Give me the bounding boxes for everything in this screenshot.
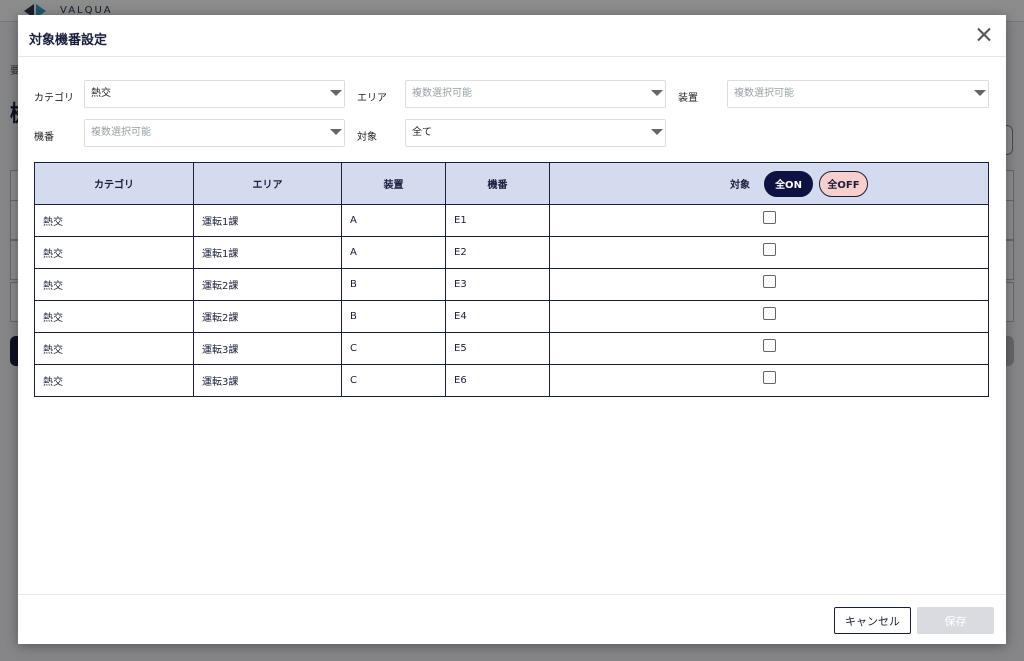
table-row: 熱交 運転1課 A E2 (34, 236, 989, 269)
cell-target (549, 204, 989, 237)
cell-area: 運転2課 (193, 300, 342, 333)
device-select[interactable]: 複数選択可能 (727, 80, 989, 108)
device-filter-label: 装置 (678, 93, 698, 104)
close-icon[interactable] (974, 25, 994, 45)
cell-area: 運転1課 (193, 204, 342, 237)
category-select[interactable]: 熱交 (84, 80, 345, 108)
machine-no-select[interactable]: 複数選択可能 (84, 119, 345, 147)
cell-device: B (341, 300, 446, 333)
target-machine-settings-modal: 対象機番設定 カテゴリ 熱交 エリア 複数選択可能 装置 複数選択可能 機番 複… (18, 15, 1006, 644)
modal-title: 対象機番設定 (29, 33, 108, 48)
cell-machine-no: E1 (445, 204, 550, 237)
area-select-placeholder: 複数選択可能 (412, 88, 472, 99)
chevron-down-icon (330, 129, 342, 135)
chevron-down-icon (651, 129, 663, 135)
cell-area: 運転3課 (193, 332, 342, 365)
cell-target (549, 364, 989, 397)
table-header-row: カテゴリ エリア 装置 機番 対象 全ON 全OFF (34, 162, 989, 205)
target-checkbox[interactable] (762, 275, 776, 288)
chevron-down-icon (651, 90, 663, 96)
target-checkbox[interactable] (762, 339, 776, 352)
chevron-down-icon (974, 90, 986, 96)
cell-machine-no: E6 (445, 364, 550, 397)
table-row: 熱交 運転1課 A E1 (34, 204, 989, 237)
cell-category: 熱交 (34, 364, 194, 397)
column-header-machine-no: 機番 (445, 162, 550, 205)
save-button[interactable]: 保存 (917, 607, 994, 634)
column-header-area: エリア (193, 162, 342, 205)
cell-machine-no: E5 (445, 332, 550, 365)
cell-device: C (341, 332, 446, 365)
cell-category: 熱交 (34, 300, 194, 333)
cell-area: 運転1課 (193, 236, 342, 269)
target-checkbox[interactable] (762, 243, 776, 256)
target-select[interactable]: 全て (405, 119, 666, 147)
target-checkbox[interactable] (762, 211, 776, 224)
cell-target (549, 332, 989, 365)
modal-header: 対象機番設定 (18, 15, 1006, 57)
cell-area: 運転2課 (193, 268, 342, 301)
category-select-value: 熱交 (91, 88, 111, 99)
target-checkbox[interactable] (762, 371, 776, 384)
cell-category: 熱交 (34, 332, 194, 365)
cell-category: 熱交 (34, 268, 194, 301)
column-header-category: カテゴリ (34, 162, 194, 205)
cell-category: 熱交 (34, 204, 194, 237)
column-header-target-label: 対象 (730, 180, 750, 191)
cell-category: 熱交 (34, 236, 194, 269)
cell-device: A (341, 236, 446, 269)
device-select-placeholder: 複数選択可能 (734, 88, 794, 99)
cell-machine-no: E2 (445, 236, 550, 269)
category-filter-label: カテゴリ (34, 93, 74, 104)
cell-machine-no: E4 (445, 300, 550, 333)
target-filter-label: 対象 (357, 132, 377, 143)
all-off-button[interactable]: 全OFF (819, 170, 868, 197)
machine-no-select-placeholder: 複数選択可能 (91, 127, 151, 138)
column-header-target: 対象 全ON 全OFF (549, 162, 989, 205)
area-filter-label: エリア (357, 93, 387, 104)
cell-target (549, 300, 989, 333)
area-select[interactable]: 複数選択可能 (405, 80, 666, 108)
column-header-device: 装置 (341, 162, 446, 205)
machine-no-filter-label: 機番 (34, 132, 54, 143)
machine-table: カテゴリ エリア 装置 機番 対象 全ON 全OFF 熱交 運転1課 A E1 (34, 162, 989, 397)
all-on-button[interactable]: 全ON (764, 170, 813, 197)
target-select-value: 全て (412, 127, 432, 138)
cell-target (549, 236, 989, 269)
table-row: 熱交 運転3課 C E6 (34, 364, 989, 397)
target-checkbox[interactable] (762, 307, 776, 320)
cell-area: 運転3課 (193, 364, 342, 397)
cell-target (549, 268, 989, 301)
cell-machine-no: E3 (445, 268, 550, 301)
table-row: 熱交 運転3課 C E5 (34, 332, 989, 365)
chevron-down-icon (330, 90, 342, 96)
table-row: 熱交 運転2課 B E3 (34, 268, 989, 301)
modal-footer: キャンセル 保存 (18, 594, 1006, 644)
table-row: 熱交 運転2課 B E4 (34, 300, 989, 333)
cell-device: B (341, 268, 446, 301)
cell-device: A (341, 204, 446, 237)
cell-device: C (341, 364, 446, 397)
cancel-button[interactable]: キャンセル (834, 607, 911, 634)
